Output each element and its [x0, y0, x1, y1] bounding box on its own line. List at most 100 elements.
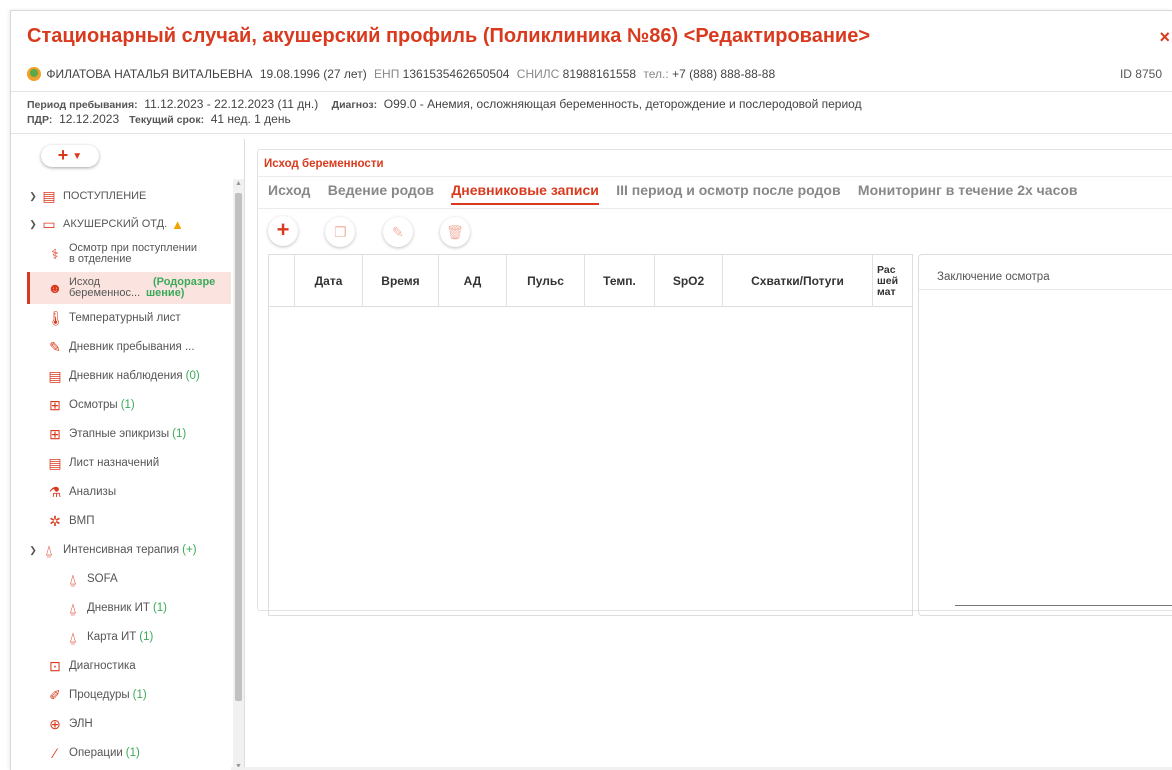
sidebar-item-label: Карта ИТ: [87, 631, 137, 643]
diary-table: Дата Время АД Пульс Темп. SpO2 Схватки/П…: [268, 254, 913, 616]
sidebar-item-vmp[interactable]: ✲ ВМП: [27, 510, 231, 532]
sidebar-item-it-card[interactable]: ⍙ Карта ИТ (1): [27, 626, 231, 648]
tab-outcome[interactable]: Исход: [268, 182, 310, 203]
add-menu-button[interactable]: + ▼: [41, 145, 99, 167]
sidebar-item-admission-exam[interactable]: ⚕ Осмотр при поступлении в отделение: [27, 239, 231, 269]
count-badge: (+): [182, 544, 197, 556]
count-badge: (0): [185, 370, 200, 382]
count-badge: (1): [139, 631, 154, 643]
sidebar-item-obstetric-dept[interactable]: ❯ ▭ АКУШЕРСКИЙ ОТД. ▲: [27, 213, 231, 235]
column-header[interactable]: Пульс: [507, 255, 585, 307]
chevron-down-icon[interactable]: ❯: [27, 545, 39, 556]
snils-value: 81988161558: [562, 67, 637, 81]
sidebar-item-stay-diary[interactable]: ✎ Дневник пребывания ...: [27, 336, 231, 358]
sidebar-item-diagnostics[interactable]: ⊡ Диагностика: [27, 655, 231, 677]
sidebar-item-temperature-sheet[interactable]: 🌡 Температурный лист: [27, 307, 231, 329]
sidebar-item-admission[interactable]: ❯ ▤ ПОСТУПЛЕНИЕ: [27, 185, 231, 207]
tab-labor-management[interactable]: Ведение родов: [328, 182, 434, 203]
column-header[interactable]: Темп.: [585, 255, 655, 307]
sidebar-item-intensive-care[interactable]: ❯ ⍙ Интенсивная терапия (+): [27, 539, 231, 561]
pdr-label: ПДР:: [27, 114, 53, 126]
copy-icon: ❐: [334, 224, 347, 240]
document-icon: ▤: [48, 367, 62, 384]
sidebar-item-examinations[interactable]: ⊞ Осмотры (1): [27, 394, 231, 416]
sidebar-item-procedures[interactable]: ✐ Процедуры (1): [27, 684, 231, 706]
column-select: [269, 255, 295, 307]
thermometer-icon: 🌡: [47, 309, 65, 326]
sidebar-item-prescriptions[interactable]: ▤ Лист назначений: [27, 452, 231, 474]
trash-icon: 🗑: [446, 224, 464, 240]
sidebar-scrollbar[interactable]: ▲ ▼: [233, 179, 244, 770]
sidebar-item-label: Анализы: [69, 486, 117, 498]
title-bar: Стационарный случай, акушерский профиль …: [27, 25, 1172, 55]
sidebar-item-epicrisis[interactable]: ⊞ Этапные эпикризы (1): [27, 423, 231, 445]
phone-label: тел.:: [643, 67, 669, 81]
sidebar-item-label: Операции: [69, 747, 123, 759]
scrollbar-thumb[interactable]: [235, 193, 242, 701]
divider: [919, 289, 1172, 290]
snils-label: СНИЛС: [516, 67, 560, 81]
alarm-icon: ⍙: [68, 570, 78, 587]
sidebar-item-label: ПОСТУПЛЕНИЕ: [63, 190, 147, 202]
pencil-icon: ✎: [49, 338, 61, 355]
sidebar-item-operations[interactable]: ⁄ Операции (1): [27, 742, 231, 764]
tab-diary-records[interactable]: Дневниковые записи: [451, 182, 599, 205]
count-badge: (1): [152, 602, 167, 614]
copy-button[interactable]: ❐: [325, 217, 356, 247]
label-line2: беременнос...: [69, 287, 141, 299]
delete-button[interactable]: 🗑: [440, 217, 471, 247]
add-button[interactable]: +: [268, 216, 298, 246]
edit-button[interactable]: ✎: [382, 217, 413, 247]
divider: [258, 176, 1172, 177]
chevron-right-icon[interactable]: ❯: [27, 191, 39, 202]
column-header-partial[interactable]: Рас шей мат: [873, 255, 912, 307]
sidebar-item-label: Дневник пребывания ...: [69, 341, 195, 353]
sidebar-item-eln[interactable]: ⊕ ЭЛН: [27, 713, 231, 735]
column-header[interactable]: Время: [363, 255, 439, 307]
tab-monitoring[interactable]: Мониторинг в течение 2х часов: [858, 182, 1078, 203]
column-header[interactable]: Схватки/Потуги: [723, 255, 873, 307]
alarm-icon: ⍙: [68, 628, 78, 645]
column-header[interactable]: SpO2: [655, 255, 723, 307]
sidebar-item-pregnancy-outcome[interactable]: ☻ Исход беременнос... (Родоразре шение): [27, 272, 231, 304]
sidebar-item-observation-diary[interactable]: ▤ Дневник наблюдения (0): [27, 365, 231, 387]
patient-avatar: [27, 67, 41, 81]
plus-document-icon: ⊞: [49, 425, 61, 442]
scalpel-icon: ⁄: [53, 745, 57, 761]
close-icon[interactable]: ×: [1159, 27, 1170, 48]
divider: [11, 91, 1172, 92]
tab-third-stage[interactable]: III период и осмотр после родов: [616, 182, 840, 203]
column-header[interactable]: Дата: [295, 255, 363, 307]
sidebar-item-sofa[interactable]: ⍙ SOFA: [27, 568, 231, 590]
sidebar-item-it-diary[interactable]: ⍙ Дневник ИТ (1): [27, 597, 231, 619]
pregnancy-outcome-panel: Исход беременности Исход Ведение родов Д…: [257, 149, 1172, 616]
outcome-tag: (Родоразре шение): [146, 277, 215, 299]
diagnosis-value: O99.0 - Анемия, осложняющая беременность…: [383, 97, 862, 111]
pencil-icon: ✎: [391, 224, 404, 240]
column-header[interactable]: АД: [439, 255, 507, 307]
sidebar-item-label: ЭЛН: [69, 718, 93, 730]
stay-label: Период пребывания:: [27, 99, 138, 111]
sidebar-item-label: Лист назначений: [69, 457, 160, 469]
count-badge: (1): [132, 689, 147, 701]
exam-icon: ⚕: [51, 245, 59, 262]
sidebar-item-label: Температурный лист: [69, 312, 181, 324]
patient-info: ФИЛАТОВА НАТАЛЬЯ ВИТАЛЬЕВНА 19.08.1996 (…: [27, 67, 1172, 85]
syringe-icon: ✐: [49, 686, 61, 703]
alarm-icon: ⍙: [68, 599, 78, 616]
tag-line2: шение): [146, 287, 185, 299]
scroll-up-icon[interactable]: ▲: [235, 180, 242, 187]
sidebar-item-label: АКУШЕРСКИЙ ОТД.: [63, 218, 168, 230]
divider: [258, 208, 1172, 209]
column-header-text: Рас шей мат: [877, 264, 898, 298]
window-title: Стационарный случай, акушерский профиль …: [27, 25, 870, 47]
sidebar-item-label: Дневник наблюдения: [69, 370, 183, 382]
dna-icon: ✲: [49, 512, 61, 529]
count-badge: (1): [172, 428, 187, 440]
sidebar-item-analyses[interactable]: ⚗ Анализы: [27, 481, 231, 503]
conclusion-underline: [955, 605, 1172, 606]
panel-title: Исход беременности: [264, 158, 384, 170]
sidebar-item-label: Интенсивная терапия: [63, 544, 180, 556]
chevron-down-icon[interactable]: ❯: [27, 219, 39, 230]
flask-icon: ⚗: [48, 483, 62, 500]
